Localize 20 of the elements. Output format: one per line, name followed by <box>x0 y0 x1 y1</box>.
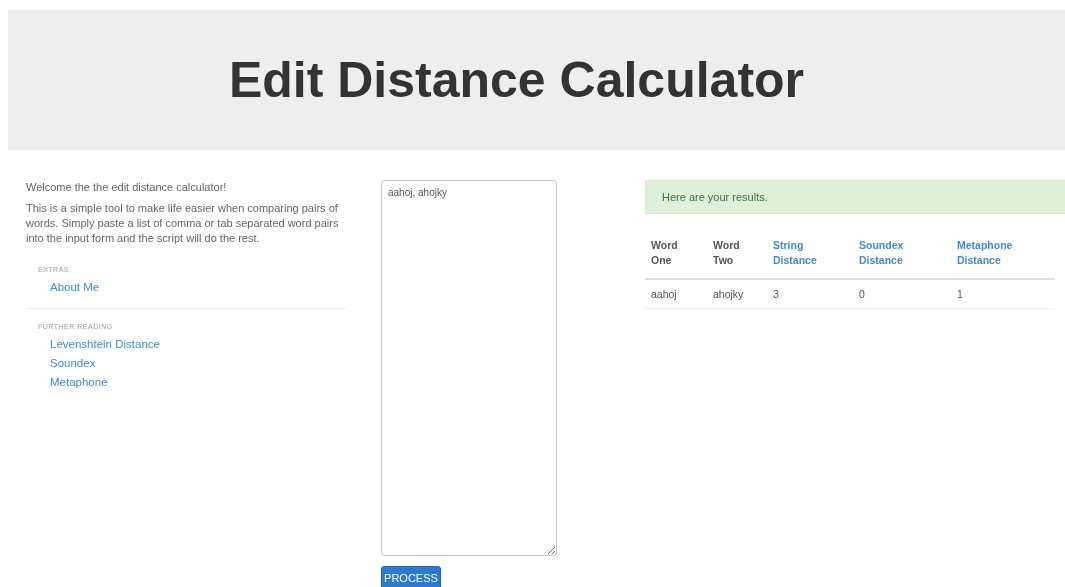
nav-link[interactable]: Metaphone <box>50 376 108 388</box>
nav-link[interactable]: About Me <box>50 281 100 293</box>
input-field[interactable]: aahoj, ahojky <box>381 180 557 556</box>
nav-link[interactable]: Soundex <box>50 357 96 369</box>
column-header: Word One <box>645 230 707 279</box>
column-header[interactable]: Metaphone Distance <box>951 230 1055 279</box>
process-button[interactable]: PROCESS <box>381 566 441 587</box>
description-text: This is a simple tool to make life easier when comparing pairs of words. Simply paste a list of comma or tab separated word pairs into the input form and the script will do the rest. <box>26 201 340 246</box>
table-cell: 0 <box>853 279 951 309</box>
welcome-text: Welcome the the edit distance calculator! <box>26 180 228 195</box>
column-header[interactable]: String Distance <box>767 230 853 279</box>
table-cell: 1 <box>951 279 1055 309</box>
table-cell: ahojky <box>707 279 767 309</box>
column-header[interactable]: Soundex Distance <box>853 230 951 279</box>
results-alert: Here are your results. <box>645 180 1065 214</box>
table-cell: aahoj <box>645 279 707 309</box>
page-title: Edit Distance Calculator <box>228 51 805 109</box>
column-header: Word Two <box>707 230 767 279</box>
table-cell: 3 <box>767 279 853 309</box>
nav-link[interactable]: Levenshtein Distance <box>50 338 160 350</box>
